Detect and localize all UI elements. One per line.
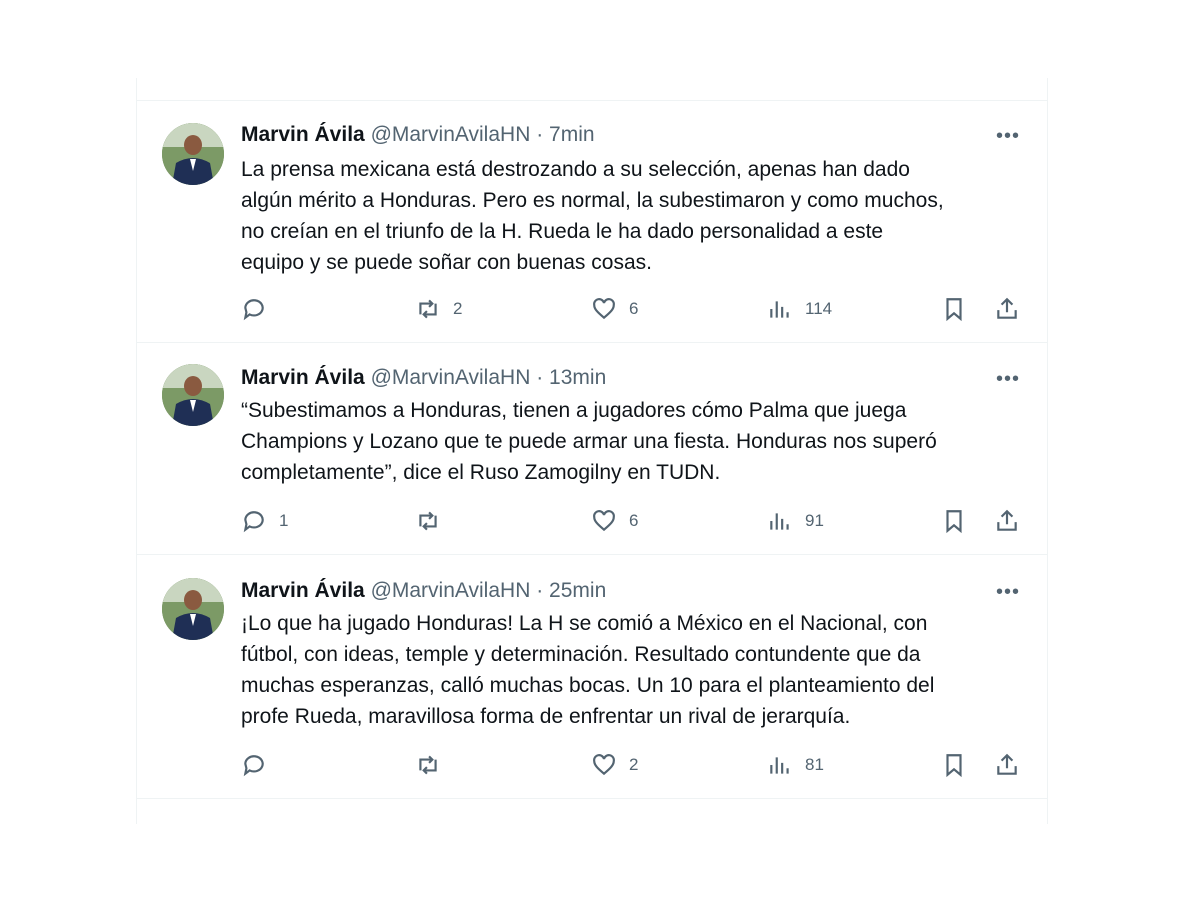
avatar[interactable] [162, 364, 224, 426]
tweet-text-line: fútbol, con ideas, temple y determinació… [241, 643, 921, 666]
views-icon [770, 757, 789, 774]
share-button[interactable] [994, 750, 1020, 780]
more-icon[interactable]: ••• [995, 126, 1021, 149]
share-icon [997, 753, 1017, 775]
bookmark-icon [946, 754, 962, 778]
retweet-count: 2 [453, 299, 463, 318]
avatar[interactable] [162, 578, 224, 640]
reply-icon [243, 511, 264, 533]
views-button[interactable]: 91 [767, 506, 824, 536]
tweet-actions: 1 6 91 [137, 506, 1047, 536]
tweet-text-line: La prensa mexicana está destrozando a su… [241, 158, 910, 181]
retweet-icon [419, 299, 437, 319]
reply-button[interactable] [241, 750, 279, 780]
separator: · [536, 366, 544, 389]
like-button[interactable]: 2 [591, 750, 638, 780]
tweet-text-line: equipo y se puede soñar con buenas cosas… [241, 251, 652, 274]
tweet-actions: 2 81 [137, 750, 1047, 780]
share-icon [997, 509, 1017, 531]
tweet-text-line: algún mérito a Honduras. Pero es normal,… [241, 189, 944, 212]
author-handle[interactable]: @MarvinAvilaHN [371, 366, 531, 389]
bookmark-icon [946, 298, 962, 322]
share-button[interactable] [994, 294, 1020, 324]
tweet-text-line: completamente”, dice el Ruso Zamogilny e… [241, 461, 721, 484]
retweet-icon [419, 511, 437, 531]
author-handle[interactable]: @MarvinAvilaHN [371, 579, 531, 602]
bookmark-icon [946, 510, 962, 534]
reply-icon [243, 755, 264, 777]
timestamp[interactable]: 7min [549, 123, 595, 146]
author-handle[interactable]: @MarvinAvilaHN [371, 123, 531, 146]
heart-icon [593, 754, 615, 776]
views-count: 81 [805, 755, 824, 774]
like-count: 2 [629, 755, 639, 774]
reply-count: 1 [279, 511, 289, 530]
retweet-button[interactable]: 2 [415, 294, 462, 324]
separator: · [536, 123, 544, 146]
like-count: 6 [629, 511, 639, 530]
like-count: 6 [629, 299, 639, 318]
tweet-text-line: muchas esperanzas, calló muchas bocas. U… [241, 674, 935, 697]
share-icon [997, 297, 1017, 319]
reply-icon [243, 299, 264, 321]
heart-icon [593, 510, 615, 532]
tweet-text-line: ¡Lo que ha jugado Honduras! La H se comi… [241, 612, 928, 635]
share-button[interactable] [994, 506, 1020, 536]
tweet[interactable]: Marvin Ávila @MarvinAvilaHN · 13min ••• … [137, 342, 1047, 555]
timestamp[interactable]: 25min [549, 579, 606, 602]
retweet-button[interactable] [415, 750, 453, 780]
bookmark-button[interactable] [941, 750, 967, 780]
like-button[interactable]: 6 [591, 506, 638, 536]
author-name[interactable]: Marvin Ávila [241, 579, 365, 602]
views-button[interactable]: 81 [767, 750, 824, 780]
tweet-actions: 2 6 114 [137, 294, 1047, 324]
more-icon[interactable]: ••• [995, 582, 1021, 605]
reply-button[interactable] [241, 294, 279, 324]
retweet-icon [419, 755, 437, 775]
avatar[interactable] [162, 123, 224, 185]
tweet-text-line: profe Rueda, maravillosa forma de enfren… [241, 705, 851, 728]
author-name[interactable]: Marvin Ávila [241, 366, 365, 389]
tweet-text-line: Champions y Lozano que te puede armar un… [241, 430, 937, 453]
views-icon [770, 301, 789, 318]
retweet-button[interactable] [415, 506, 453, 536]
reply-button[interactable]: 1 [241, 506, 288, 536]
author-name[interactable]: Marvin Ávila [241, 123, 365, 146]
bookmark-button[interactable] [941, 294, 967, 324]
separator: · [536, 579, 544, 602]
like-button[interactable]: 6 [591, 294, 638, 324]
heart-icon [593, 298, 615, 320]
views-count: 114 [805, 299, 833, 318]
views-icon [770, 513, 789, 530]
tweet-text: “Subestimamos a Honduras, tienen a jugad… [241, 395, 1031, 488]
more-icon[interactable]: ••• [995, 369, 1021, 392]
tweet[interactable]: Marvin Ávila @MarvinAvilaHN · 7min ••• L… [137, 100, 1047, 343]
views-count: 91 [805, 511, 824, 530]
tweet-text-line: “Subestimamos a Honduras, tienen a jugad… [241, 399, 907, 422]
tweet-text: La prensa mexicana está destrozando a su… [241, 154, 1031, 278]
views-button[interactable]: 114 [767, 294, 832, 324]
timestamp[interactable]: 13min [549, 366, 606, 389]
timeline: Marvin Ávila @MarvinAvilaHN · 7min ••• L… [136, 78, 1048, 824]
bookmark-button[interactable] [941, 506, 967, 536]
tweet-text: ¡Lo que ha jugado Honduras! La H se comi… [241, 608, 1031, 732]
tweet-text-line: no creían en el triunfo de la H. Rueda l… [241, 220, 884, 243]
tweet[interactable]: Marvin Ávila @MarvinAvilaHN · 25min ••• … [137, 554, 1047, 799]
